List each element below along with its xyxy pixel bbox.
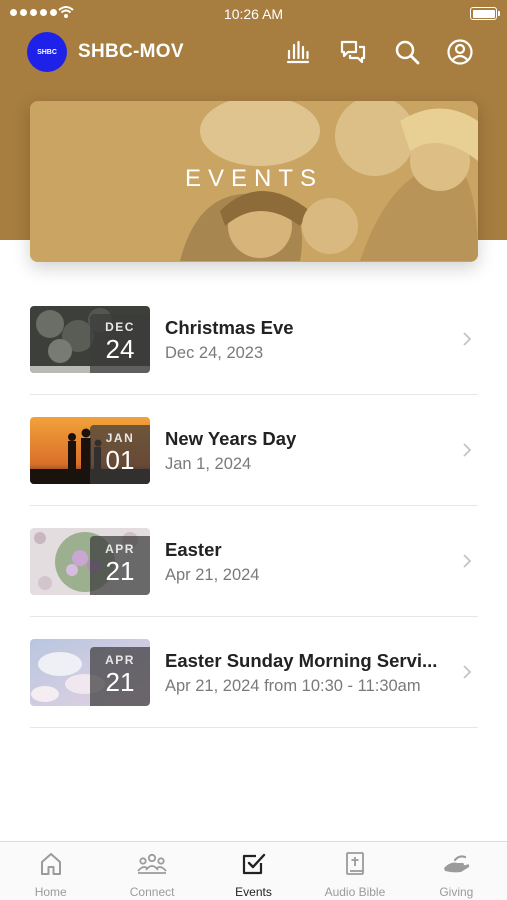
giving-hand-icon: [444, 855, 470, 873]
date-month: APR: [105, 542, 135, 556]
tab-label: Audio Bible: [324, 885, 386, 899]
tab-giving[interactable]: Giving: [406, 842, 507, 900]
banner-title: EVENTS: [184, 165, 324, 192]
chevron-right-icon: [463, 332, 472, 346]
search-icon[interactable]: [393, 38, 421, 66]
event-row[interactable]: APR 21 Easter Sunday Morning Servi... Ap…: [30, 617, 478, 728]
date-day: 01: [105, 445, 135, 475]
event-title: Easter: [165, 539, 222, 560]
event-date: Jan 1, 2024: [165, 455, 252, 473]
tab-home[interactable]: Home: [0, 842, 101, 900]
date-badge: JAN 01: [90, 425, 150, 484]
checkbox-icon: [242, 853, 265, 875]
tab-label: Giving: [439, 885, 474, 899]
event-thumbnail: APR 21: [30, 639, 150, 706]
app-title: SHBC-MOV: [78, 41, 184, 62]
event-title: Christmas Eve: [165, 317, 294, 338]
logo-text: SHBC: [37, 48, 57, 56]
status-bar: 10:26 AM: [0, 0, 507, 28]
event-list: DEC 24 Christmas Eve Dec 24, 2023 JAN 01…: [30, 284, 478, 728]
event-thumbnail: JAN 01: [30, 417, 150, 484]
event-thumbnail: DEC 24: [30, 306, 150, 373]
event-date: Apr 21, 2024 from 10:30 - 11:30am: [165, 677, 421, 695]
battery-icon: [470, 7, 500, 20]
event-date: Dec 24, 2023: [165, 344, 264, 362]
events-banner: EVENTS: [30, 101, 478, 262]
event-date: Apr 21, 2024: [165, 566, 260, 584]
tab-bar: Home Connect Events Audio Bible Giving: [0, 841, 507, 900]
bars-chart-icon[interactable]: [284, 38, 312, 66]
tab-audio-bible[interactable]: Audio Bible: [304, 842, 405, 900]
event-title: New Years Day: [165, 428, 297, 449]
tab-connect[interactable]: Connect: [101, 842, 202, 900]
date-month: DEC: [105, 320, 135, 334]
chevron-right-icon: [463, 443, 472, 457]
date-day: 21: [105, 667, 135, 697]
chevron-right-icon: [463, 665, 472, 679]
tab-label: Events: [235, 885, 272, 899]
chevron-right-icon: [463, 554, 472, 568]
date-day: 21: [105, 556, 135, 586]
bible-icon: [346, 852, 364, 875]
chat-bubbles-icon[interactable]: [339, 38, 367, 66]
date-badge: APR 21: [90, 647, 150, 706]
event-row[interactable]: JAN 01 New Years Day Jan 1, 2024: [30, 395, 478, 506]
date-day: 24: [105, 334, 135, 364]
tab-label: Home: [34, 885, 67, 899]
church-logo[interactable]: SHBC: [27, 32, 67, 72]
date-badge: APR 21: [90, 536, 150, 595]
event-thumbnail: APR 21: [30, 528, 150, 595]
home-icon: [40, 853, 61, 875]
date-month: APR: [105, 653, 135, 667]
tab-label: Connect: [129, 885, 175, 899]
people-icon: [137, 853, 167, 874]
event-row[interactable]: APR 21 Easter Apr 21, 2024: [30, 506, 478, 617]
status-time: 10:26 AM: [223, 6, 284, 22]
event-row[interactable]: DEC 24 Christmas Eve Dec 24, 2023: [30, 284, 478, 395]
tab-events[interactable]: Events: [203, 842, 304, 900]
event-title: Easter Sunday Morning Servi...: [165, 650, 438, 671]
date-badge: DEC 24: [90, 314, 150, 373]
profile-icon[interactable]: [446, 38, 474, 66]
date-month: JAN: [105, 431, 135, 445]
app-header: SHBC SHBC-MOV: [0, 28, 507, 76]
